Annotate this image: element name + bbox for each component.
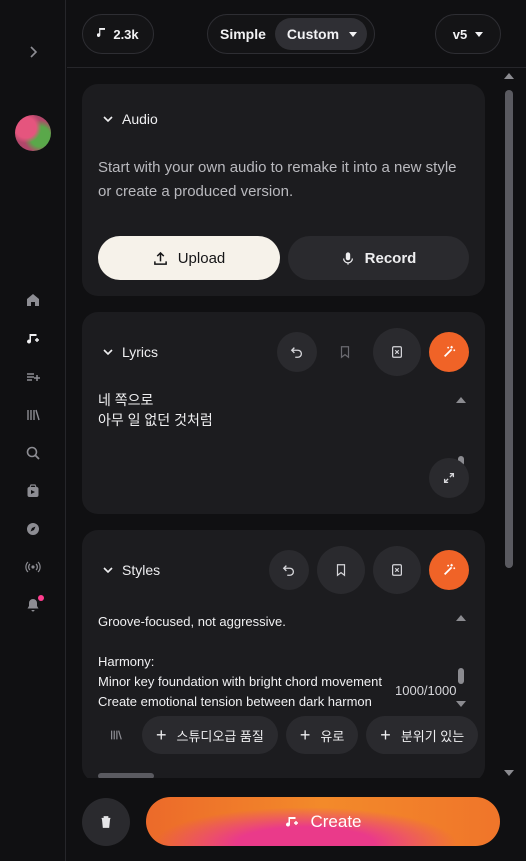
styles-scrollbar[interactable] (458, 668, 464, 684)
styles-undo-button[interactable] (269, 550, 309, 590)
styles-section-title: Styles (122, 562, 161, 578)
audio-description: Start with your own audio to remake it i… (98, 159, 457, 200)
scroll-down-arrow[interactable] (456, 701, 466, 707)
bottom-bar: Create (67, 778, 526, 861)
add-to-queue-icon[interactable] (22, 366, 44, 388)
plus-icon: + (299, 725, 311, 745)
styles-clear-button[interactable] (373, 546, 421, 594)
microphone-icon (342, 251, 353, 265)
lyrics-undo-button[interactable] (277, 332, 317, 372)
upload-icon (153, 251, 167, 265)
styles-textarea[interactable]: Groove-focused, not aggressive. Harmony:… (98, 612, 398, 712)
lyrics-clear-button[interactable] (373, 328, 421, 376)
create-music-icon (286, 816, 299, 827)
character-count: 1000/1000 (395, 683, 457, 698)
style-tag-label: 유로 (320, 728, 345, 744)
magic-wand-icon (444, 345, 456, 357)
plus-icon: + (156, 725, 167, 745)
radio-icon[interactable] (22, 556, 44, 578)
credits-badge[interactable]: 2.3k (82, 14, 154, 54)
lyrics-section: Lyrics 네 쪽으로 아무 일 없던 것처럼 (82, 312, 485, 514)
credits-count: 2.3k (113, 26, 139, 42)
library-icon[interactable] (22, 404, 44, 426)
home-icon[interactable] (22, 289, 44, 311)
create-label: Create (310, 811, 362, 831)
bookmark-icon (336, 564, 346, 577)
lyrics-generate-button[interactable] (429, 332, 469, 372)
record-button[interactable]: Record (288, 236, 469, 280)
magic-wand-icon (444, 563, 456, 575)
explore-icon[interactable] (22, 518, 44, 540)
audio-section-header[interactable]: Audio (102, 111, 158, 127)
mode-custom-label: Custom (286, 26, 340, 42)
record-label: Record (364, 249, 417, 267)
chevron-down-icon (103, 116, 113, 123)
style-tag-chip[interactable]: + 스튜디오급 품질 (142, 716, 278, 754)
page-scroll-up-arrow[interactable] (504, 73, 514, 79)
trash-icon (101, 816, 111, 828)
audio-section: Audio Start with your own audio to remak… (82, 84, 485, 296)
create-music-icon[interactable] (22, 328, 44, 350)
sidebar (0, 0, 66, 861)
style-tags: + 스튜디오급 품질 + 유로 + 분위기 있는 (98, 716, 479, 754)
expand-icon (443, 472, 455, 484)
style-tag-chip[interactable]: + 분위기 있는 (366, 716, 479, 754)
upload-button[interactable]: Upload (98, 236, 280, 280)
search-icon[interactable] (22, 442, 44, 464)
expand-lyrics-button[interactable] (429, 458, 469, 498)
audio-section-title: Audio (122, 111, 158, 127)
plus-icon: + (380, 725, 391, 745)
style-tag-chip[interactable]: + 유로 (285, 716, 359, 754)
scroll-up-arrow[interactable] (456, 397, 466, 403)
styles-section-header[interactable]: Styles (102, 562, 160, 578)
undo-icon (290, 347, 303, 358)
clear-icon (392, 564, 402, 576)
expand-sidebar-icon[interactable] (22, 41, 44, 63)
bookmark-icon (340, 346, 350, 359)
lyrics-section-title: Lyrics (122, 344, 159, 360)
page-scroll-down-arrow[interactable] (504, 770, 514, 776)
model-version-label: v5 (452, 26, 468, 42)
clear-icon (392, 346, 402, 358)
studio-icon[interactable] (22, 480, 44, 502)
styles-generate-button[interactable] (429, 550, 469, 590)
lyrics-section-header[interactable]: Lyrics (102, 344, 158, 360)
undo-icon (282, 565, 295, 576)
notification-dot (38, 595, 44, 601)
avatar[interactable] (15, 115, 51, 151)
top-bar: 2.3k Simple Custom v5 (67, 0, 526, 68)
clear-all-button[interactable] (82, 798, 130, 846)
mode-custom-tab[interactable]: Custom (274, 18, 368, 50)
mode-simple-tab[interactable]: Simple (211, 18, 275, 50)
library-icon[interactable] (98, 728, 134, 742)
chevron-down-icon (475, 31, 484, 37)
chevron-down-icon (103, 567, 113, 574)
style-tag-label: 스튜디오급 품질 (176, 728, 264, 744)
lyrics-save-button[interactable] (325, 332, 365, 372)
page-scrollbar[interactable] (505, 90, 513, 568)
mode-toggle: Simple Custom (207, 14, 375, 54)
lyrics-textarea[interactable]: 네 쪽으로 아무 일 없던 것처럼 (98, 390, 213, 430)
styles-save-button[interactable] (317, 546, 365, 594)
chevron-down-icon (349, 31, 358, 37)
create-button[interactable]: Create (146, 797, 500, 846)
model-version-select[interactable]: v5 (435, 14, 501, 54)
chevron-down-icon (103, 349, 113, 356)
style-tag-label: 분위기 있는 (400, 728, 465, 744)
styles-section: Styles Groove-focused, not aggressive. H… (82, 530, 485, 782)
music-note-icon (97, 27, 107, 42)
upload-label: Upload (177, 249, 226, 267)
scroll-up-arrow[interactable] (456, 615, 466, 621)
